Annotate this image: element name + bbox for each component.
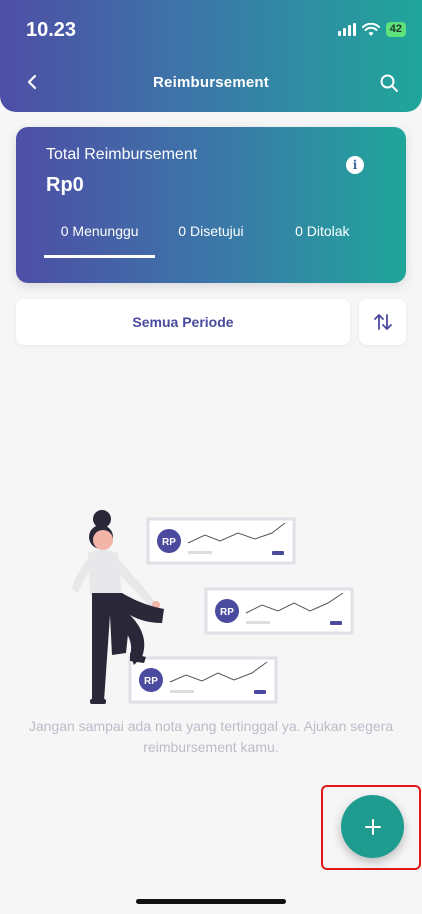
status-time: 10.23 xyxy=(26,19,77,41)
empty-state-illustration: RP RP RP xyxy=(72,510,354,704)
status-icons: 42 xyxy=(337,22,406,37)
info-icon[interactable]: i xyxy=(346,156,364,174)
summary-amount: Rp0 xyxy=(46,174,84,196)
search-button[interactable] xyxy=(376,70,402,96)
card-logo: RP xyxy=(144,676,158,687)
card-logo: RP xyxy=(162,537,176,548)
search-icon xyxy=(380,74,398,92)
report-card-icon: RP xyxy=(204,587,354,635)
card-logo: RP xyxy=(220,607,234,618)
report-card-icon: RP xyxy=(128,656,278,704)
sort-arrows-icon xyxy=(373,314,392,330)
sort-button[interactable] xyxy=(359,299,406,345)
app-header: 10.23 42 Reimbursement xyxy=(0,0,422,112)
signal-icon xyxy=(337,23,356,36)
tab-ditolak[interactable]: 0 Ditolak xyxy=(267,223,378,258)
wifi-icon xyxy=(361,22,380,36)
add-reimbursement-button[interactable] xyxy=(341,795,404,858)
report-card-icon: RP xyxy=(146,517,296,565)
home-indicator xyxy=(136,899,286,904)
summary-card: Total Reimbursement Rp0 i 0 Menunggu 0 D… xyxy=(16,127,406,283)
battery-icon: 42 xyxy=(385,22,406,37)
period-filter-button[interactable]: Semua Periode xyxy=(16,299,350,345)
tab-menunggu[interactable]: 0 Menunggu xyxy=(44,223,156,258)
status-tabs: 0 Menunggu 0 Disetujui 0 Ditolak xyxy=(44,223,378,258)
page-title: Reimbursement xyxy=(153,74,269,91)
empty-state-message: Jangan sampai ada nota yang tertinggal y… xyxy=(28,718,394,755)
summary-label: Total Reimbursement xyxy=(46,146,198,163)
plus-icon xyxy=(364,818,381,835)
tab-disetujui[interactable]: 0 Disetujui xyxy=(155,223,266,258)
